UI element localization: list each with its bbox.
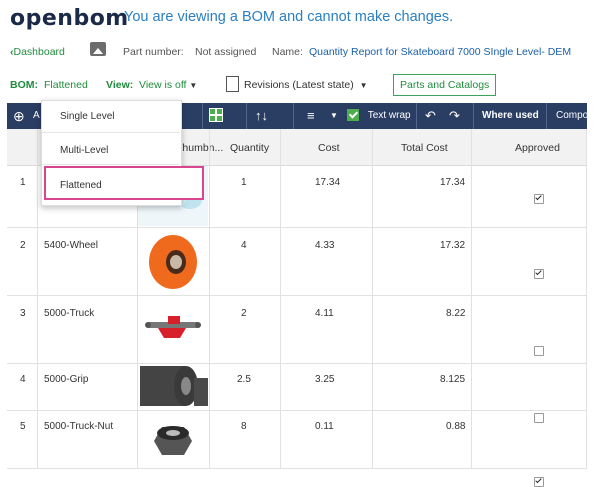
approved-checkbox[interactable] (534, 346, 544, 356)
total-cost-cell: 17.34 (440, 177, 466, 188)
quantity-cell: 8 (241, 421, 247, 432)
caret-down-icon[interactable]: ▼ (330, 103, 338, 129)
redo-icon[interactable]: ↷ (449, 103, 460, 129)
openbom-logo: openbom (10, 6, 129, 31)
row-index: 5 (20, 421, 26, 432)
part-thumbnail-grip[interactable] (138, 364, 208, 409)
cost-cell: 0.11 (315, 421, 334, 432)
part-thumbnail-truck[interactable] (138, 296, 208, 362)
dashboard-link-label: Dashboard (13, 46, 65, 58)
revisions-dropdown[interactable]: Revisions (Latest state) ▼ (244, 79, 367, 91)
add-circle-icon[interactable]: ⊕ (13, 103, 25, 129)
checkbox-checked-icon (347, 109, 359, 122)
part-thumbnail-nut[interactable] (138, 411, 208, 467)
bom-name-value: Quantity Report for Skateboard 7000 SIng… (309, 46, 572, 58)
cost-header[interactable]: Cost (318, 142, 340, 154)
quantity-cell: 2.5 (237, 374, 251, 385)
revisions-label: Revisions (Latest state) (244, 79, 354, 91)
compare-button[interactable]: Compo (556, 103, 587, 129)
view-label: View: (106, 79, 134, 91)
part-number-cell[interactable]: 5000-Grip (44, 374, 88, 385)
thumbnail-header[interactable]: Thumbn... (176, 142, 223, 154)
bom-type-label: BOM: (10, 79, 38, 91)
align-icon[interactable]: ≡ (307, 103, 315, 129)
row-index: 4 (20, 374, 26, 385)
text-wrap-toggle[interactable]: Text wrap (347, 103, 411, 129)
quantity-cell: 1 (241, 177, 247, 188)
caret-down-icon: ▼ (189, 81, 198, 90)
row-index: 1 (20, 177, 26, 188)
read-only-banner: You are viewing a BOM and cannot make ch… (124, 9, 454, 25)
dashboard-link[interactable]: ‹Dashboard (10, 46, 65, 58)
total-cost-header[interactable]: Total Cost (401, 142, 448, 154)
sort-arrows-icon[interactable]: ↑↓ (255, 103, 268, 129)
cost-cell: 4.33 (315, 240, 335, 251)
quantity-cell: 4 (241, 240, 247, 251)
part-number-cell[interactable]: 5000-Truck (44, 308, 94, 319)
part-number-cell[interactable]: 5400-Wheel (44, 240, 98, 251)
approved-checkbox[interactable] (534, 194, 544, 204)
quantity-cell: 2 (241, 308, 247, 319)
name-label: Name: (272, 46, 303, 58)
parts-and-catalogs-button[interactable]: Parts and Catalogs (393, 74, 497, 96)
total-cost-cell: 8.22 (446, 308, 466, 319)
part-number-label: Part number: (123, 46, 184, 58)
total-cost-cell: 8.125 (440, 374, 466, 385)
cost-cell: 17.34 (315, 177, 341, 188)
approved-checkbox[interactable] (534, 413, 544, 423)
quantity-header[interactable]: Quantity (230, 142, 269, 154)
menu-item-multi-level[interactable]: Multi-Level (60, 145, 108, 156)
revisions-icon (226, 76, 239, 92)
approved-checkbox[interactable] (534, 269, 544, 279)
image-icon[interactable] (90, 42, 106, 56)
text-wrap-label: Text wrap (367, 110, 411, 121)
part-number-cell[interactable]: 5000-Truck-Nut (44, 421, 113, 432)
part-number-value: Not assigned (195, 46, 257, 58)
view-value: View is off (139, 79, 187, 91)
row-index: 3 (20, 308, 26, 319)
approved-header[interactable]: Approved (515, 142, 560, 154)
caret-down-icon: ▼ (359, 81, 368, 90)
cost-cell: 3.25 (315, 374, 335, 385)
approved-checkbox[interactable] (534, 477, 544, 487)
total-cost-cell: 17.32 (440, 240, 466, 251)
where-used-button[interactable]: Where used (482, 103, 539, 129)
part-thumbnail-wheel[interactable] (138, 228, 208, 294)
menu-item-flattened-label: Flattened (60, 180, 102, 191)
grid-view-icon[interactable] (209, 108, 223, 122)
view-selector[interactable]: View is off ▼ (139, 79, 197, 91)
row-index: 2 (20, 240, 26, 251)
total-cost-cell: 0.88 (446, 421, 466, 432)
cost-cell: 4.11 (315, 308, 334, 319)
undo-icon[interactable]: ↶ (425, 103, 436, 129)
add-button-label[interactable]: A (33, 103, 40, 129)
bom-type-selector[interactable]: Flattened (44, 79, 88, 91)
menu-item-single-level[interactable]: Single Level (60, 111, 114, 122)
